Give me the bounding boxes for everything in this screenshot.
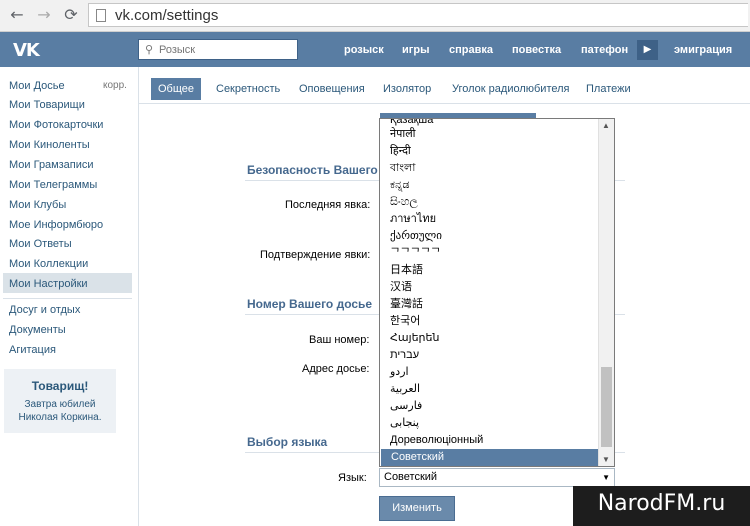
scroll-down-icon[interactable]: ▼ xyxy=(602,455,610,464)
chevron-down-icon: ▼ xyxy=(602,473,610,482)
sidebar-corr-link[interactable]: корр. xyxy=(103,80,127,91)
last-seen-label: Последняя явка: xyxy=(285,199,371,211)
confirm-label: Подтверждение явки: xyxy=(260,249,371,261)
sidebar-item-answers[interactable]: Мои Ответы xyxy=(9,238,72,250)
nav-link-summons[interactable]: повестка xyxy=(512,44,561,56)
nav-link-gramophone[interactable]: патефон xyxy=(581,44,628,56)
language-option[interactable]: 臺灣話 xyxy=(380,296,600,313)
sidebar-item-records[interactable]: Мои Грамзаписи xyxy=(9,159,94,171)
tab-radio-corner[interactable]: Уголок радиолюбителя xyxy=(445,78,577,100)
reload-icon[interactable]: ⟳ xyxy=(62,6,80,24)
language-dropdown-list[interactable]: Қазақша नेपाली हिन्दी বাংলা ಕನ್ನಡ සිංහල … xyxy=(379,118,615,467)
language-option[interactable]: Հայերեն xyxy=(380,330,600,347)
nav-link-games[interactable]: игры xyxy=(402,44,429,56)
security-section-title: Безопасность Вашего д xyxy=(247,163,389,177)
language-option[interactable]: اردو xyxy=(380,364,600,381)
scrollbar-thumb[interactable] xyxy=(601,367,612,447)
tab-payments[interactable]: Платежи xyxy=(579,78,638,100)
language-option[interactable]: ᄀᄀᄀᄀᄀ xyxy=(380,245,600,262)
promo-text-line: Николая Коркина. xyxy=(18,412,102,423)
language-option[interactable]: नेपाली xyxy=(380,126,600,143)
search-box[interactable]: ⚲ xyxy=(138,39,298,60)
play-icon[interactable]: ▶ xyxy=(637,40,658,60)
language-option[interactable]: हिन्दी xyxy=(380,143,600,160)
language-option[interactable]: עברית xyxy=(380,347,600,364)
tab-privacy[interactable]: Секретность xyxy=(209,78,287,100)
sidebar-item-agitation[interactable]: Агитация xyxy=(9,344,56,356)
promo-text-line: Завтра юбилей xyxy=(24,399,96,410)
promo-text: Завтра юбилей Николая Коркина. xyxy=(4,398,116,424)
tab-general[interactable]: Общее xyxy=(151,78,202,100)
search-icon: ⚲ xyxy=(145,44,154,56)
page-icon xyxy=(96,9,106,22)
language-option[interactable]: ಕನ್ನಡ xyxy=(380,177,600,194)
watermark: NarodFM.ru xyxy=(573,486,750,526)
search-input[interactable] xyxy=(159,42,293,57)
language-option-selected[interactable]: Советский xyxy=(381,449,599,466)
vk-logo[interactable]: VK xyxy=(13,40,40,61)
sidebar-item-photos[interactable]: Мои Фотокарточки xyxy=(9,119,103,131)
sidebar-item-documents[interactable]: Документы xyxy=(9,324,66,336)
sidebar-item-films[interactable]: Мои Киноленты xyxy=(9,139,90,151)
sidebar-item-collections[interactable]: Мои Коллекции xyxy=(9,258,88,270)
language-option[interactable]: 汉语 xyxy=(380,279,600,296)
language-section-title: Выбор языка xyxy=(247,435,328,449)
sidebar-item-infobureau[interactable]: Мое Информбюро xyxy=(9,219,103,231)
language-select[interactable]: Советский ▼ xyxy=(379,468,615,487)
sidebar-item-settings[interactable]: Мои Настройки xyxy=(9,278,88,290)
site-header: VK ⚲ розыск игры справка повестка патефо… xyxy=(0,32,750,67)
settings-tabs: Общее Секретность Оповещения Изолятор Уг… xyxy=(139,67,750,104)
dropdown-scrollbar[interactable]: ▲ ▼ xyxy=(598,119,614,466)
language-option[interactable]: ქართული xyxy=(380,228,600,245)
language-option[interactable]: العربية xyxy=(380,381,600,398)
promo-block[interactable]: Товарищ! Завтра юбилей Николая Коркина. xyxy=(4,369,116,433)
back-arrow-icon[interactable]: ← xyxy=(8,6,26,24)
address-label: Адрес досье: xyxy=(302,363,370,375)
address-bar[interactable]: vk.com/settings xyxy=(88,3,748,27)
language-option[interactable]: සිංහල xyxy=(380,194,600,211)
url-text: vk.com/settings xyxy=(115,7,219,24)
promo-title: Товарищ! xyxy=(31,379,89,393)
language-label: Язык: xyxy=(338,472,367,484)
language-option[interactable]: فارسی xyxy=(380,398,600,415)
language-option[interactable]: Дореволюціонный xyxy=(380,432,600,449)
language-option[interactable]: বাংলা xyxy=(380,160,600,177)
sidebar-item-telegrams[interactable]: Мои Телеграммы xyxy=(9,179,97,191)
sidebar-item-clubs[interactable]: Мои Клубы xyxy=(9,199,66,211)
forward-arrow-icon[interactable]: → xyxy=(35,6,53,24)
language-option[interactable]: 한국어 xyxy=(380,313,600,330)
sidebar-item-dossier[interactable]: Мои Досье xyxy=(9,80,65,92)
change-button[interactable]: Изменить xyxy=(379,496,455,521)
browser-toolbar: ← → ⟳ vk.com/settings xyxy=(0,0,750,32)
nav-link-search[interactable]: розыск xyxy=(344,44,384,56)
sidebar-item-leisure[interactable]: Досуг и отдых xyxy=(9,304,80,316)
nav-link-help[interactable]: справка xyxy=(449,44,493,56)
language-option[interactable]: پنجابی xyxy=(380,415,600,432)
nav-link-emigration[interactable]: эмиграция xyxy=(674,44,732,56)
dossier-section-title: Номер Вашего досье xyxy=(247,297,373,311)
sidebar-divider xyxy=(3,298,132,299)
sidebar-item-comrades[interactable]: Мои Товарищи xyxy=(9,99,85,111)
tab-isolator[interactable]: Изолятор xyxy=(376,78,438,100)
number-label: Ваш номер: xyxy=(309,334,370,346)
language-option[interactable]: 日本語 xyxy=(380,262,600,279)
language-select-value: Советский xyxy=(384,471,438,483)
tab-notifications[interactable]: Оповещения xyxy=(292,78,372,100)
language-option[interactable]: ภาษาไทย xyxy=(380,211,600,228)
scroll-up-icon[interactable]: ▲ xyxy=(602,121,610,130)
